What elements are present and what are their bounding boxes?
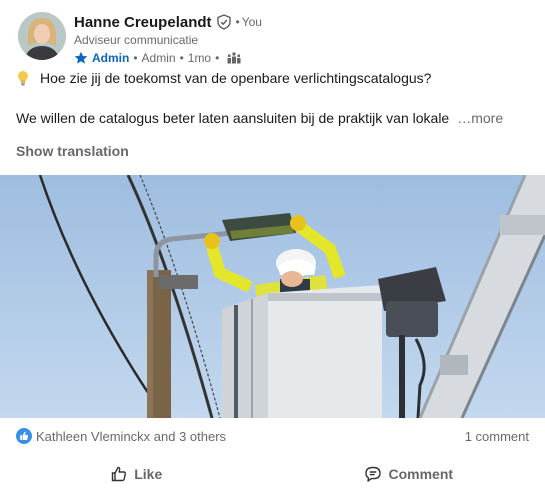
action-bar: Like Comment <box>0 456 545 492</box>
post-line-2: We willen de catalogus beter laten aansl… <box>16 110 450 126</box>
avatar[interactable] <box>18 12 66 60</box>
bullet-separator: • <box>133 51 138 65</box>
bullet-separator: • <box>179 51 184 65</box>
comments-count[interactable]: 1 comment <box>465 429 529 444</box>
like-reaction-icon <box>16 428 32 444</box>
bullet-separator: • <box>215 51 220 65</box>
author-headline: Adviseur communicatie <box>74 33 199 47</box>
author-name[interactable]: Hanne Creupelandt <box>74 14 212 31</box>
verified-shield-icon <box>216 14 232 30</box>
star-icon <box>74 51 88 65</box>
social-counts: Kathleen Vleminckx and 3 others 1 commen… <box>16 426 529 446</box>
group-visibility-icon <box>227 52 241 64</box>
you-label: You <box>241 15 262 29</box>
comment-bubble-icon <box>364 465 382 483</box>
author-block: Hanne Creupelandt • You Adviseur communi… <box>74 12 529 66</box>
lightbulb-icon <box>16 70 30 86</box>
like-label: Like <box>134 466 163 482</box>
role-secondary: Admin <box>141 51 176 65</box>
like-button[interactable]: Like <box>0 456 273 492</box>
comment-button[interactable]: Comment <box>273 456 545 492</box>
show-translation-button[interactable]: Show translation <box>16 143 129 159</box>
comment-label: Comment <box>388 466 454 482</box>
post-time: 1mo <box>187 51 212 65</box>
post-meta: Admin • Admin • 1mo • <box>74 50 529 66</box>
post-text: Hoe zie jij de toekomst van de openbare … <box>16 68 529 128</box>
bullet-separator: • <box>235 15 240 29</box>
post-line-1: Hoe zie jij de toekomst van de openbare … <box>40 70 432 86</box>
divider <box>16 452 529 453</box>
role-badge: Admin <box>92 51 130 65</box>
see-more-link[interactable]: …more <box>457 108 503 128</box>
reactors-text[interactable]: Kathleen Vleminckx and 3 others <box>36 429 465 444</box>
post-image[interactable] <box>0 175 545 418</box>
thumbs-up-icon <box>110 465 128 483</box>
post-header: Hanne Creupelandt • You Adviseur communi… <box>16 12 529 66</box>
